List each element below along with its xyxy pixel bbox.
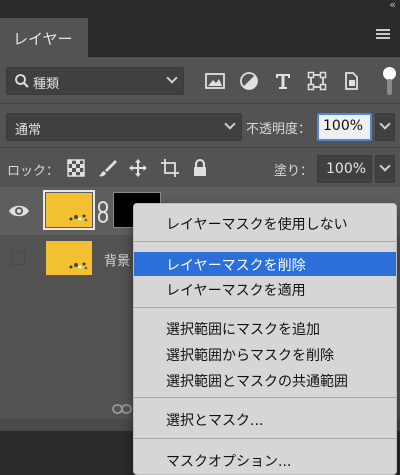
lock-all-icon[interactable] xyxy=(190,158,210,178)
context-menu: レイヤーマスクを使用しない レイヤーマスクを削除 レイヤーマスクを適用 選択範囲… xyxy=(133,203,397,475)
mask-link-icon[interactable] xyxy=(96,201,110,223)
menu-item-delete-layer-mask[interactable]: レイヤーマスクを削除 xyxy=(134,252,396,276)
menu-separator xyxy=(134,307,396,308)
collapse-panels-icon[interactable]: ‹‹ xyxy=(389,0,396,11)
fill-value: 100% xyxy=(326,161,367,177)
thumbnail-content xyxy=(69,214,88,222)
opacity-value: 100% xyxy=(323,118,364,134)
lock-label: ロック： xyxy=(7,164,60,179)
tab-layers[interactable]: レイヤー xyxy=(0,18,88,57)
blend-row: 通常 不透明度： 100% xyxy=(0,105,400,147)
move-icon[interactable] xyxy=(128,158,148,178)
filter-row: 種類 xyxy=(0,57,400,103)
chevron-down-icon xyxy=(379,160,391,172)
layer-name: 背景 xyxy=(104,254,131,269)
filter-kind-label: 種類 xyxy=(33,77,60,92)
layer-thumbnail[interactable] xyxy=(46,241,92,275)
fill-input[interactable]: 100% xyxy=(317,155,372,183)
menu-separator xyxy=(134,397,396,398)
panel-top-strip: ‹‹ xyxy=(0,0,400,12)
thumbnail-content xyxy=(69,262,88,270)
divider xyxy=(0,103,400,104)
smart-object-filter-icon[interactable] xyxy=(340,70,362,92)
panel-menu-icon[interactable] xyxy=(376,29,390,40)
divider xyxy=(0,147,400,148)
type-filter-icon[interactable] xyxy=(272,70,294,92)
menu-item-add-mask-to-selection[interactable]: 選択範囲にマスクを追加 xyxy=(134,316,396,340)
adjustment-filter-icon[interactable] xyxy=(238,70,260,92)
link-layers-icon[interactable] xyxy=(112,403,132,415)
brush-icon[interactable] xyxy=(98,158,118,178)
artboard-icon[interactable] xyxy=(160,158,180,178)
fill-label: 塗り： xyxy=(274,164,314,179)
search-icon xyxy=(15,74,29,88)
chevron-down-icon xyxy=(224,118,236,130)
opacity-input[interactable]: 100% xyxy=(317,113,372,141)
chevron-down-icon xyxy=(379,118,391,130)
menu-item-subtract-mask-from-selection[interactable]: 選択範囲からマスクを削除 xyxy=(134,342,396,366)
opacity-label: 不透明度： xyxy=(246,122,312,137)
lock-transparency-icon[interactable] xyxy=(66,158,86,178)
blend-mode-select[interactable]: 通常 xyxy=(6,113,242,141)
menu-separator xyxy=(134,241,396,242)
menu-item-apply-layer-mask[interactable]: レイヤーマスクを適用 xyxy=(134,277,396,301)
opacity-dropdown[interactable] xyxy=(375,113,395,141)
menu-item-disable-layer-mask[interactable]: レイヤーマスクを使用しない xyxy=(134,211,396,235)
filter-kind-select[interactable]: 種類 xyxy=(6,67,184,95)
menu-item-mask-options[interactable]: マスクオプション... xyxy=(134,448,396,472)
visibility-toggle[interactable] xyxy=(11,251,25,265)
layer-thumbnail[interactable] xyxy=(43,190,95,230)
eye-icon[interactable] xyxy=(8,201,30,221)
menu-separator xyxy=(134,438,396,439)
panel-tab-bar: レイヤー xyxy=(0,12,400,57)
blend-mode-label: 通常 xyxy=(15,123,42,138)
shape-filter-icon[interactable] xyxy=(306,70,328,92)
menu-item-intersect-mask-with-selection[interactable]: 選択範囲とマスクの共通範囲 xyxy=(134,368,396,392)
menu-item-select-and-mask[interactable]: 選択とマスク... xyxy=(134,407,396,431)
toggle-track xyxy=(387,79,392,95)
fill-dropdown[interactable] xyxy=(375,155,395,183)
chevron-down-icon xyxy=(166,72,178,84)
lock-row: ロック： 塗り： 100% xyxy=(0,149,400,189)
image-filter-icon[interactable] xyxy=(204,70,226,92)
filter-toggle[interactable] xyxy=(383,67,396,95)
